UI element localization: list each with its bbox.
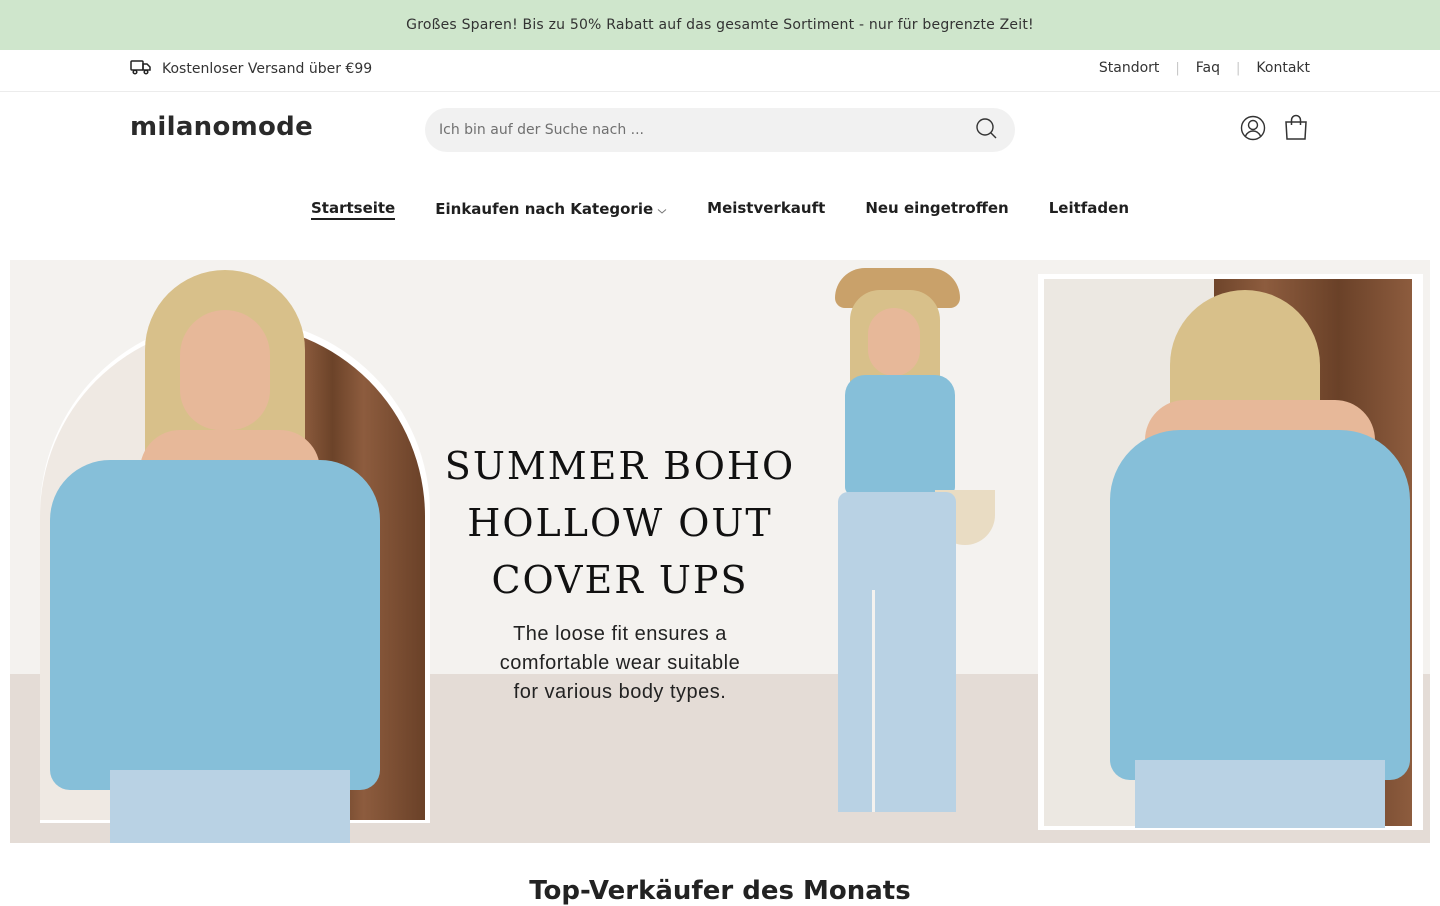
nav-label: Meistverkauft bbox=[707, 199, 826, 217]
cart-button[interactable] bbox=[1281, 114, 1311, 144]
link-faq[interactable]: Faq bbox=[1196, 60, 1220, 76]
site-header: milanomode bbox=[0, 92, 1440, 168]
model-right bbox=[1090, 280, 1420, 828]
site-logo[interactable]: milanomode bbox=[130, 112, 313, 142]
model-center bbox=[790, 260, 1020, 843]
chevron-down-icon bbox=[657, 201, 667, 219]
search-input[interactable] bbox=[439, 122, 971, 138]
hero-headline: SUMMER BOHO HOLLOW OUT COVER UPS bbox=[440, 438, 800, 609]
hero-subtext-line: comfortable wear suitable bbox=[499, 652, 741, 674]
truck-icon bbox=[130, 59, 152, 79]
search-button[interactable] bbox=[971, 115, 1001, 145]
link-standort[interactable]: Standort bbox=[1099, 60, 1160, 76]
nav-label: Neu eingetroffen bbox=[865, 199, 1009, 217]
link-kontakt[interactable]: Kontakt bbox=[1256, 60, 1310, 76]
nav-leitfaden[interactable]: Leitfaden bbox=[1049, 199, 1129, 217]
nav-meistverkauft[interactable]: Meistverkauft bbox=[707, 199, 825, 217]
hero-banner[interactable]: SUMMER BOHO HOLLOW OUT COVER UPS The loo… bbox=[10, 260, 1430, 843]
hero-headline-line: COVER UPS bbox=[491, 558, 749, 602]
nav-label: Startseite bbox=[310, 199, 396, 220]
search-icon bbox=[974, 116, 998, 144]
account-icon bbox=[1240, 115, 1266, 145]
hero-headline-line: HOLLOW OUT bbox=[467, 501, 773, 545]
nav-neu-eingetroffen[interactable]: Neu eingetroffen bbox=[865, 199, 1008, 217]
shipping-text: Kostenloser Versand über €99 bbox=[162, 61, 373, 77]
hero-subtext: The loose fit ensures a comfortable wear… bbox=[450, 620, 790, 707]
utility-links: Standort | Faq | Kontakt bbox=[1099, 60, 1310, 76]
bag-icon bbox=[1283, 113, 1309, 145]
nav-label: Einkaufen nach Kategorie bbox=[435, 200, 654, 218]
main-nav: Startseite Einkaufen nach Kategorie Meis… bbox=[0, 168, 1440, 248]
account-button[interactable] bbox=[1238, 115, 1268, 145]
hero-subtext-line: The loose fit ensures a bbox=[513, 623, 727, 645]
search-bar bbox=[425, 108, 1015, 152]
nav-startseite[interactable]: Startseite bbox=[310, 199, 396, 220]
divider: | bbox=[1175, 60, 1180, 76]
section-title: Top-Verkäufer des Monats bbox=[529, 876, 911, 906]
hero-subtext-line: for various body types. bbox=[513, 681, 727, 703]
divider: | bbox=[1236, 60, 1241, 76]
model-left bbox=[50, 270, 410, 843]
shipping-info: Kostenloser Versand über €99 bbox=[130, 59, 372, 79]
nav-label: Leitfaden bbox=[1048, 199, 1130, 217]
hero-headline-line: SUMMER BOHO bbox=[444, 444, 796, 488]
utility-bar: Kostenloser Versand über €99 Standort | … bbox=[0, 50, 1440, 92]
announcement-text: Großes Sparen! Bis zu 50% Rabatt auf das… bbox=[406, 17, 1034, 33]
nav-einkaufen-nach-kategorie[interactable]: Einkaufen nach Kategorie bbox=[435, 199, 667, 219]
announcement-bar: Großes Sparen! Bis zu 50% Rabatt auf das… bbox=[0, 0, 1440, 50]
